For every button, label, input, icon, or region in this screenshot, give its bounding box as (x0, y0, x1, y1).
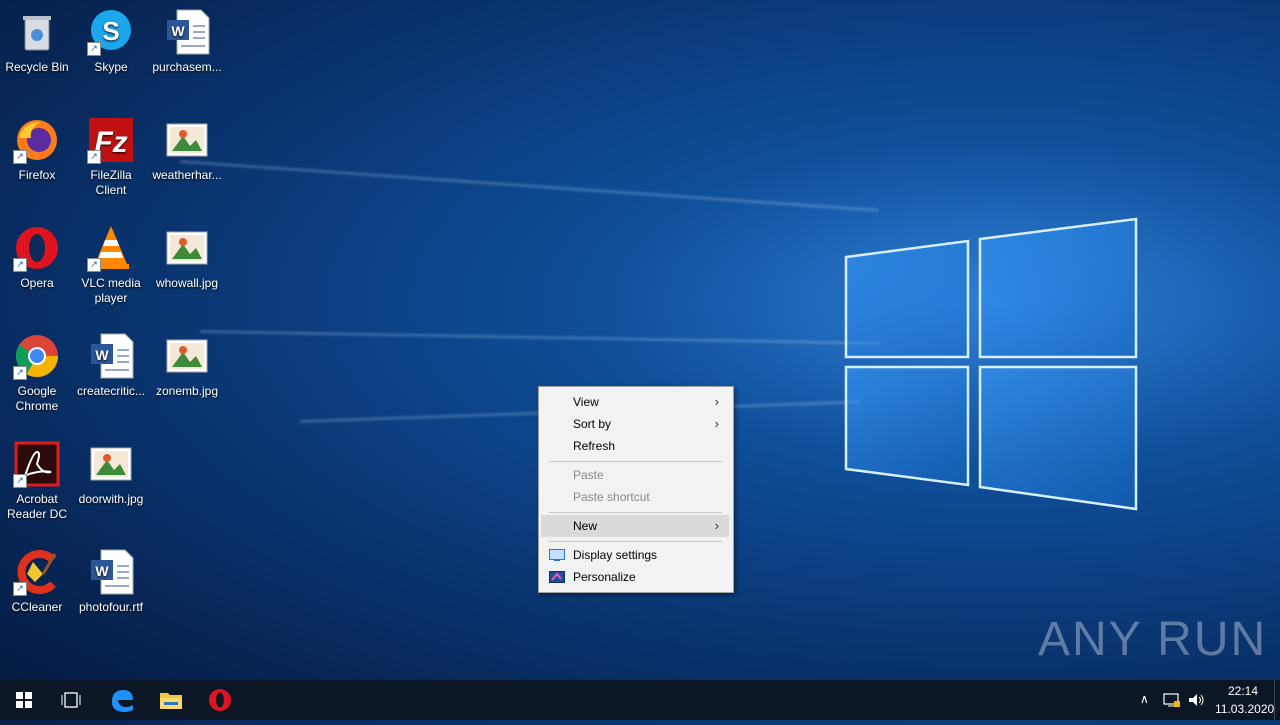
menu-item-display-settings[interactable]: Display settings (541, 544, 729, 566)
desktop-icon-photofour[interactable]: W photofour.rtf (74, 548, 148, 615)
svg-text:W: W (95, 563, 109, 579)
shortcut-arrow-icon: ↗ (13, 366, 27, 380)
image-file-icon (166, 339, 208, 373)
desktop-icon-label: purchasem... (152, 60, 222, 74)
task-view-button[interactable] (48, 680, 96, 720)
desktop-icon-label: Recycle Bin (5, 60, 69, 74)
windows-logo (844, 217, 1138, 511)
svg-text:W: W (171, 23, 185, 39)
menu-separator (549, 541, 722, 542)
desktop-icon-label: weatherhar... (152, 168, 222, 182)
menu-item-paste[interactable]: Paste (541, 464, 729, 486)
volume-icon[interactable] (1187, 692, 1205, 708)
shortcut-arrow-icon: ↗ (13, 258, 27, 272)
network-icon[interactable] (1163, 692, 1181, 708)
desktop-icon-skype[interactable]: S ↗ Skype (74, 8, 148, 75)
shortcut-arrow-icon: ↗ (13, 474, 27, 488)
taskbar-edge-button[interactable] (98, 680, 146, 720)
taskbar-opera-button[interactable] (196, 680, 244, 720)
desktop-icon-zonemb[interactable]: zonemb.jpg (150, 332, 224, 399)
clock-time[interactable]: 22:14 (1228, 684, 1258, 698)
desktop-icon-label: photofour.rtf (78, 600, 144, 614)
word-document-icon: W (91, 549, 134, 595)
menu-item-view[interactable]: View › (541, 391, 729, 413)
desktop-icon-doorwith[interactable]: doorwith.jpg (74, 440, 148, 507)
desktop-icon-createcritic[interactable]: W createcritic... (74, 332, 148, 399)
desktop-icon-acrobat[interactable]: ↗ Acrobat Reader DC (0, 440, 74, 522)
menu-item-new[interactable]: New › (541, 515, 729, 537)
desktop-icon-weatherhar[interactable]: weatherhar... (150, 116, 224, 183)
menu-item-paste-shortcut[interactable]: Paste shortcut (541, 486, 729, 508)
desktop-icon-firefox[interactable]: ↗ Firefox (0, 116, 74, 183)
menu-item-label: Paste (573, 468, 604, 482)
start-icon (16, 692, 32, 708)
desktop-icon-chrome[interactable]: ↗ Google Chrome (0, 332, 74, 414)
svg-text:W: W (95, 347, 109, 363)
image-file-icon (166, 231, 208, 265)
menu-item-personalize[interactable]: Personalize (541, 566, 729, 588)
menu-item-label: Sort by (573, 417, 612, 431)
menu-item-label: View (573, 395, 599, 409)
clock-date[interactable]: 11.03.2020 (1215, 702, 1274, 716)
file-explorer-icon (160, 693, 182, 709)
desktop-icon-label: Firefox (18, 168, 56, 182)
desktop-icon-label: doorwith.jpg (78, 492, 144, 506)
desktop-icon-ccleaner[interactable]: ↗ CCleaner (0, 548, 74, 615)
desktop-icon-whowall[interactable]: whowall.jpg (150, 224, 224, 291)
display-settings-icon (549, 549, 565, 561)
menu-item-label: Paste shortcut (573, 490, 650, 504)
desktop-icon-vlc[interactable]: ↗ VLC media player (74, 224, 148, 306)
desktop-icon-label: whowall.jpg (155, 276, 219, 290)
chevron-right-icon: › (714, 518, 719, 533)
desktop-icon-filezilla[interactable]: Fz ↗ FileZilla Client (74, 116, 148, 198)
menu-item-refresh[interactable]: Refresh (541, 435, 729, 457)
chevron-right-icon: › (714, 416, 719, 431)
desktop-icon-label: zonemb.jpg (155, 384, 219, 398)
opera-icon (209, 689, 231, 711)
desktop-icon-label: VLC media player (81, 276, 141, 305)
tray-overflow-icon[interactable]: ∧ (1140, 692, 1149, 706)
taskbar: ∧ 22:14 11.03.2020 (0, 680, 1280, 720)
word-document-icon: W (91, 333, 134, 379)
desktop-icon-recycle-bin[interactable]: Recycle Bin (0, 8, 74, 75)
desktop-icon-opera[interactable]: ↗ Opera (0, 224, 74, 291)
taskbar-file-explorer-button[interactable] (147, 680, 195, 720)
menu-item-label: Display settings (573, 548, 658, 562)
desktop-icon-label: createcritic... (76, 384, 145, 398)
desktop-context-menu: View › Sort by › Refresh Paste Paste sho… (538, 386, 734, 593)
shortcut-arrow-icon: ↗ (87, 42, 101, 56)
menu-item-label: Refresh (573, 439, 616, 453)
desktop-icon-label: Acrobat Reader DC (6, 492, 68, 521)
edge-icon (112, 690, 133, 712)
shortcut-arrow-icon: ↗ (13, 582, 27, 596)
show-desktop-button[interactable] (1274, 680, 1280, 720)
recycle-bin-icon (23, 16, 51, 51)
anyrun-watermark: ANY RUN (1038, 613, 1268, 666)
shortcut-arrow-icon: ↗ (87, 150, 101, 164)
personalize-icon (549, 571, 565, 583)
desktop-icon-purchasem[interactable]: W purchasem... (150, 8, 224, 75)
desktop-icon-label: CCleaner (11, 600, 63, 614)
desktop-icon-label: FileZilla Client (90, 168, 132, 197)
start-button[interactable] (0, 680, 48, 720)
desktop-icon-label: Opera (20, 276, 54, 290)
menu-item-sort-by[interactable]: Sort by › (541, 413, 729, 435)
word-document-icon: W (167, 9, 210, 55)
desktop-icon-label: Skype (94, 60, 128, 74)
menu-separator (549, 461, 722, 462)
svg-text:S: S (102, 16, 119, 46)
image-file-icon (90, 447, 132, 481)
menu-item-label: New (573, 519, 598, 533)
shortcut-arrow-icon: ↗ (87, 258, 101, 272)
menu-item-label: Personalize (573, 570, 636, 584)
image-file-icon (166, 123, 208, 157)
task-view-icon (61, 692, 81, 708)
chevron-right-icon: › (714, 394, 719, 409)
menu-separator (549, 512, 722, 513)
desktop-icon-label: Google Chrome (15, 384, 59, 413)
shortcut-arrow-icon: ↗ (13, 150, 27, 164)
